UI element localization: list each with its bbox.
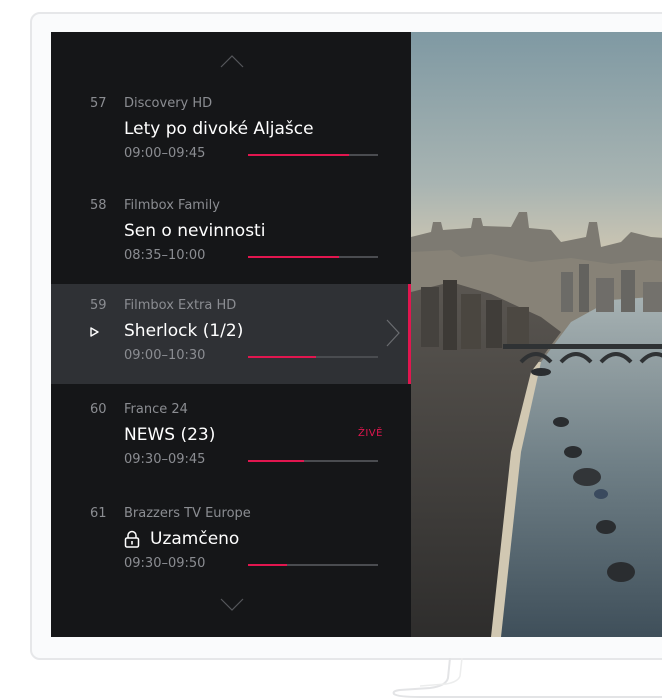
progress-bar bbox=[248, 154, 378, 156]
play-icon bbox=[90, 327, 99, 337]
program-title: Uzamčeno bbox=[150, 529, 240, 549]
channel-name: France 24 bbox=[124, 402, 188, 417]
chevron-up-icon[interactable] bbox=[220, 54, 244, 68]
chevron-down-icon[interactable] bbox=[220, 598, 244, 612]
progress-fill bbox=[248, 460, 304, 462]
progress-fill bbox=[248, 564, 287, 566]
chevron-right-icon[interactable] bbox=[386, 319, 400, 347]
channel-number: 59 bbox=[90, 298, 107, 313]
channel-row-selected[interactable]: 59 Filmbox Extra HD Sherlock (1/2) 09:00… bbox=[51, 284, 411, 384]
program-title: Lety po divoké Aljašce bbox=[124, 119, 314, 139]
live-badge: ŽIVĚ bbox=[358, 428, 383, 439]
progress-bar bbox=[248, 356, 378, 358]
channel-name: Discovery HD bbox=[124, 96, 213, 111]
channel-row[interactable]: 60 France 24 NEWS (23) ŽIVĚ 09:30–09:45 bbox=[51, 388, 411, 488]
program-time: 09:30–09:50 bbox=[124, 556, 206, 571]
channel-row[interactable]: 57 Discovery HD Lety po divoké Aljašce 0… bbox=[51, 82, 411, 182]
progress-fill bbox=[248, 356, 316, 358]
program-title: Sen o nevinnosti bbox=[124, 221, 266, 241]
program-time: 09:00–09:45 bbox=[124, 146, 206, 161]
channel-row[interactable]: 58 Filmbox Family Sen o nevinnosti 08:35… bbox=[51, 184, 411, 284]
lock-icon bbox=[124, 530, 140, 548]
program-title: NEWS (23) bbox=[124, 425, 216, 445]
channel-number: 61 bbox=[90, 506, 107, 521]
live-preview-image bbox=[411, 32, 662, 637]
channel-name: Filmbox Extra HD bbox=[124, 298, 237, 313]
progress-bar bbox=[248, 256, 378, 258]
program-time: 09:30–09:45 bbox=[124, 452, 206, 467]
channel-number: 57 bbox=[90, 96, 107, 111]
progress-fill bbox=[248, 256, 339, 258]
progress-bar bbox=[248, 564, 378, 566]
channel-guide-panel: 57 Discovery HD Lety po divoké Aljašce 0… bbox=[51, 32, 411, 637]
tv-screen: 57 Discovery HD Lety po divoké Aljašce 0… bbox=[51, 32, 662, 637]
channel-name: Brazzers TV Europe bbox=[124, 506, 251, 521]
channel-name: Filmbox Family bbox=[124, 198, 220, 213]
channel-number: 58 bbox=[90, 198, 107, 213]
channel-row[interactable]: 61 Brazzers TV Europe Uzamčeno 09:30–09:… bbox=[51, 492, 411, 592]
channel-number: 60 bbox=[90, 402, 107, 417]
program-title: Sherlock (1/2) bbox=[124, 321, 244, 341]
progress-bar bbox=[248, 460, 378, 462]
program-time: 08:35–10:00 bbox=[124, 248, 206, 263]
tv-stand bbox=[392, 658, 662, 698]
program-time: 09:00–10:30 bbox=[124, 348, 206, 363]
progress-fill bbox=[248, 154, 350, 156]
